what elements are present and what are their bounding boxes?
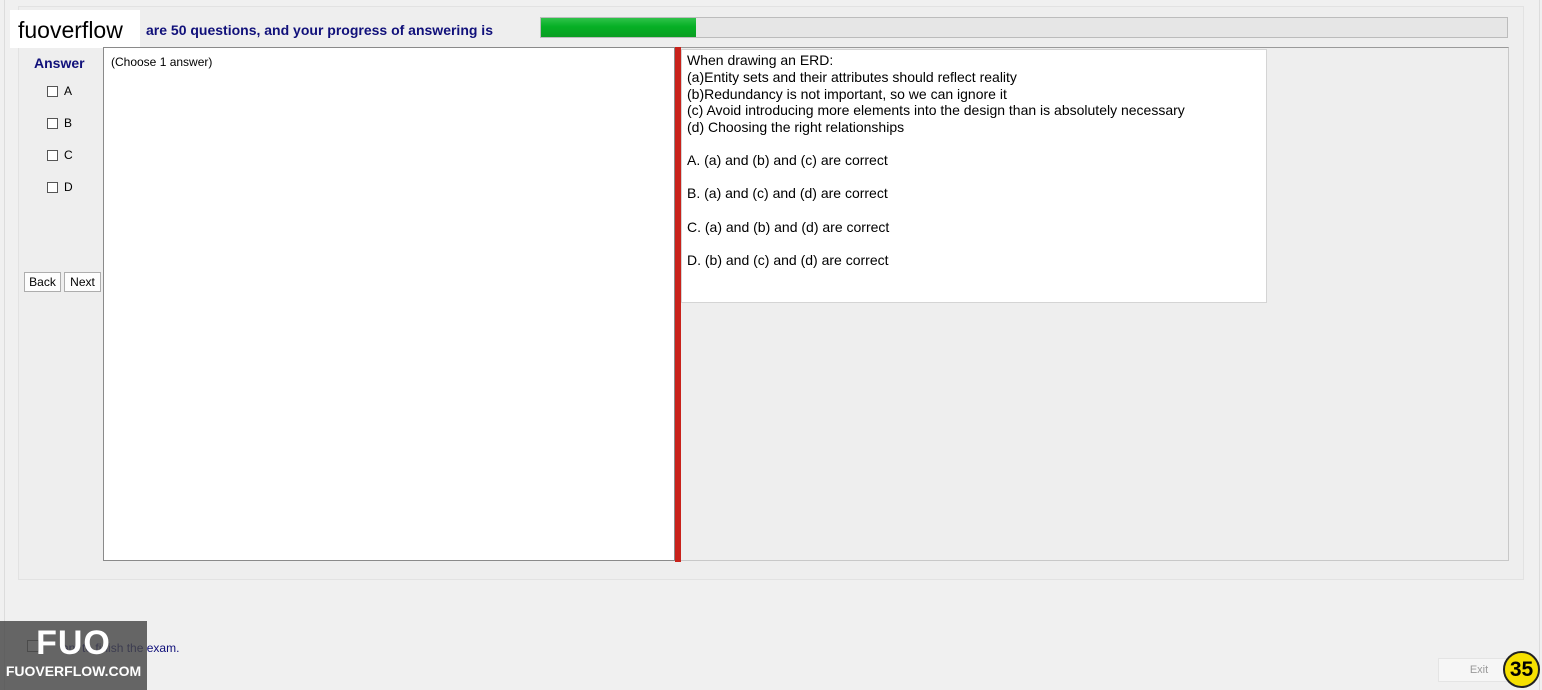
answer-option-c-label: C — [64, 148, 73, 162]
progress-bar-fill — [541, 18, 696, 37]
back-button[interactable]: Back — [24, 272, 61, 292]
next-button[interactable]: Next — [64, 272, 101, 292]
answer-option-b[interactable]: B — [47, 116, 72, 130]
question-statement: (d) Choosing the right relationships — [687, 119, 905, 135]
checkbox-a[interactable] — [47, 85, 58, 97]
progress-label: are 50 questions, and your progress of a… — [146, 22, 493, 38]
answer-pane: (Choose 1 answer) — [103, 47, 675, 561]
question-statement: (b)Redundancy is not important, so we ca… — [687, 86, 1007, 102]
question-statement: (a)Entity sets and their attributes shou… — [687, 69, 1017, 85]
question-stem: When drawing an ERD: — [687, 52, 834, 68]
question-choice-b: B. (a) and (c) and (d) are correct — [687, 185, 888, 201]
question-box: When drawing an ERD: (a)Entity sets and … — [681, 49, 1267, 303]
watermark-small-text: FUOVERFLOW.COM — [5, 663, 142, 679]
answer-option-a[interactable]: A — [47, 84, 72, 98]
answer-option-d-label: D — [64, 180, 73, 194]
choose-hint: (Choose 1 answer) — [111, 55, 213, 69]
question-choice-d: D. (b) and (c) and (d) are correct — [687, 252, 889, 268]
checkbox-d[interactable] — [47, 181, 58, 193]
answer-title: Answer — [34, 55, 85, 71]
page-number-badge: 35 — [1503, 651, 1540, 688]
question-statement: (c) Avoid introducing more elements into… — [687, 102, 1185, 118]
checkbox-b[interactable] — [47, 117, 58, 129]
watermark-big-text: FUO — [36, 624, 111, 662]
checkbox-c[interactable] — [47, 149, 58, 161]
answer-option-b-label: B — [64, 116, 73, 130]
fuoverflow-watermark-badge: FUO FUOVERFLOW.COM — [0, 621, 147, 690]
question-choice-c: C. (a) and (b) and (d) are correct — [687, 219, 890, 235]
answer-option-d[interactable]: D — [47, 180, 73, 194]
question-choice-a: A. (a) and (b) and (c) are correct — [687, 152, 888, 168]
answer-option-a-label: A — [64, 84, 73, 98]
fuoverflow-logo: fuoverflow — [10, 10, 140, 48]
answer-option-c[interactable]: C — [47, 148, 73, 162]
progress-bar — [540, 17, 1508, 38]
